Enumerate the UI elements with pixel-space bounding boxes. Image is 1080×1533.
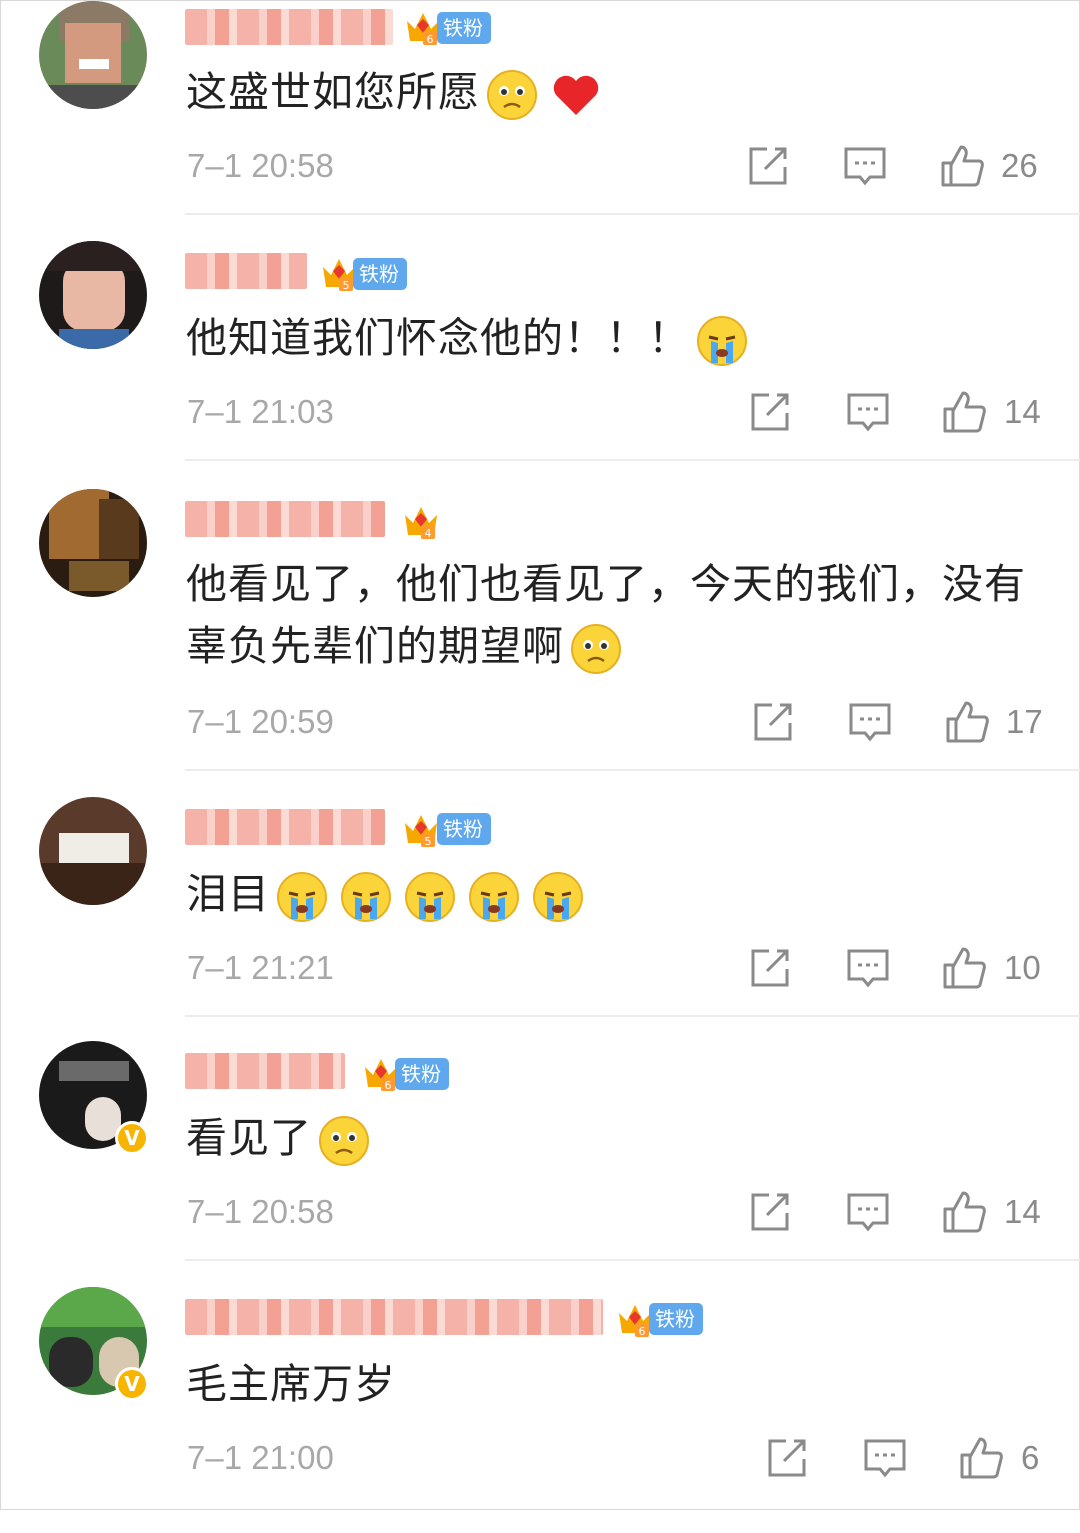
comment-text: 看见了 bbox=[186, 1107, 1036, 1169]
divider bbox=[185, 1259, 1080, 1261]
fan-badge: 铁粉 bbox=[437, 813, 491, 845]
comment-time: 7–1 20:58 bbox=[187, 147, 334, 184]
sad-emoji-icon bbox=[487, 70, 537, 120]
share-icon[interactable] bbox=[747, 945, 793, 991]
username-blurred[interactable] bbox=[185, 1299, 603, 1335]
svg-text:6: 6 bbox=[385, 1079, 392, 1092]
reply-icon[interactable] bbox=[862, 1435, 908, 1481]
comment-item: 6 铁粉 这盛世如您所愿 7–1 20:58 26 bbox=[1, 1, 1080, 247]
share-icon[interactable] bbox=[764, 1435, 810, 1481]
comment-time: 7–1 20:58 bbox=[187, 1193, 334, 1230]
like-thumb-icon[interactable] bbox=[944, 699, 990, 745]
fan-badge: 铁粉 bbox=[437, 12, 491, 44]
fan-badge: 铁粉 bbox=[395, 1058, 449, 1090]
sad-emoji-icon bbox=[319, 1116, 369, 1166]
svg-text:5: 5 bbox=[425, 835, 432, 848]
comment-time: 7–1 21:00 bbox=[187, 1439, 334, 1476]
comment-text-content: 这盛世如您所愿 bbox=[186, 68, 480, 116]
comment-item: 5 铁粉 他知道我们怀念他的！！！ 7–1 21:03 14 bbox=[1, 241, 1080, 487]
like-count: 6 bbox=[1021, 1439, 1040, 1476]
share-icon[interactable] bbox=[750, 699, 796, 745]
avatar[interactable] bbox=[39, 797, 147, 905]
like-count: 10 bbox=[1004, 949, 1041, 986]
heart-emoji-icon bbox=[553, 75, 599, 115]
comment-text-content: 毛主席万岁 bbox=[186, 1360, 396, 1408]
comment-text-content: 他知道我们怀念他的！！！ bbox=[186, 314, 690, 362]
comment-list: 6 铁粉 这盛世如您所愿 7–1 20:58 26 5 铁粉 他知道我们怀念他的… bbox=[1, 1, 1080, 1511]
reply-icon[interactable] bbox=[842, 143, 888, 189]
divider bbox=[185, 769, 1080, 771]
like-thumb-icon[interactable] bbox=[941, 945, 987, 991]
divider bbox=[185, 1015, 1080, 1017]
comment-text: 泪目 bbox=[186, 863, 1036, 925]
crying-emoji-icon bbox=[697, 316, 747, 366]
comment-item: 5 铁粉 泪目 7–1 21:21 10 bbox=[1, 797, 1080, 1043]
sad-emoji-icon bbox=[571, 624, 621, 674]
avatar[interactable] bbox=[39, 1, 147, 109]
crying-emoji-icon bbox=[277, 872, 327, 922]
crying-emoji-icon bbox=[469, 872, 519, 922]
like-count: 17 bbox=[1006, 703, 1043, 740]
username-blurred[interactable] bbox=[185, 809, 385, 845]
like-count: 14 bbox=[1004, 393, 1041, 430]
svg-text:6: 6 bbox=[427, 33, 434, 46]
verified-badge: V bbox=[115, 1121, 149, 1155]
comment-item: V 6 铁粉 看见了 7–1 20:58 14 bbox=[1, 1041, 1080, 1287]
like-count: 14 bbox=[1004, 1193, 1041, 1230]
fan-badge: 铁粉 bbox=[353, 258, 407, 290]
avatar[interactable] bbox=[39, 489, 147, 597]
like-thumb-icon[interactable] bbox=[941, 1189, 987, 1235]
svg-text:4: 4 bbox=[425, 527, 432, 540]
comment-item: V 6 铁粉 毛主席万岁 7–1 21:00 6 bbox=[1, 1287, 1080, 1533]
like-thumb-icon[interactable] bbox=[941, 389, 987, 435]
comment-time: 7–1 21:21 bbox=[187, 949, 334, 986]
comment-time: 7–1 20:59 bbox=[187, 703, 334, 740]
share-icon[interactable] bbox=[747, 1189, 793, 1235]
reply-icon[interactable] bbox=[845, 389, 891, 435]
verified-badge: V bbox=[115, 1367, 149, 1401]
avatar[interactable] bbox=[39, 241, 147, 349]
comment-time: 7–1 21:03 bbox=[187, 393, 334, 430]
comment-text: 他知道我们怀念他的！！！ bbox=[186, 307, 1036, 369]
svg-text:6: 6 bbox=[639, 1325, 646, 1338]
crown-level-icon: 4 bbox=[405, 507, 437, 540]
username-blurred[interactable] bbox=[185, 501, 385, 537]
share-icon[interactable] bbox=[745, 143, 791, 189]
crying-emoji-icon bbox=[405, 872, 455, 922]
username-blurred[interactable] bbox=[185, 9, 393, 45]
username-blurred[interactable] bbox=[185, 1053, 345, 1089]
comment-item: 4 他看见了，他们也看见了，今天的我们，没有辜负先辈们的期望啊 7–1 20:5… bbox=[1, 489, 1080, 771]
like-thumb-icon[interactable] bbox=[939, 143, 985, 189]
username-blurred[interactable] bbox=[185, 253, 307, 289]
comment-text-content: 泪目 bbox=[186, 870, 270, 918]
divider bbox=[185, 459, 1080, 461]
comment-text: 毛主席万岁 bbox=[186, 1353, 1036, 1415]
fan-badge: 铁粉 bbox=[649, 1303, 703, 1335]
like-count: 26 bbox=[1001, 147, 1038, 184]
crown-level-icon: 5 bbox=[405, 815, 437, 848]
share-icon[interactable] bbox=[747, 389, 793, 435]
reply-icon[interactable] bbox=[845, 945, 891, 991]
comment-text-content: 看见了 bbox=[186, 1114, 312, 1162]
crying-emoji-icon bbox=[341, 872, 391, 922]
svg-text:5: 5 bbox=[343, 279, 350, 292]
reply-icon[interactable] bbox=[847, 699, 893, 745]
divider bbox=[185, 213, 1080, 215]
reply-icon[interactable] bbox=[845, 1189, 891, 1235]
crying-emoji-icon bbox=[533, 872, 583, 922]
comment-text: 他看见了，他们也看见了，今天的我们，没有辜负先辈们的期望啊 bbox=[186, 553, 1036, 677]
like-thumb-icon[interactable] bbox=[958, 1435, 1004, 1481]
comment-text: 这盛世如您所愿 bbox=[186, 61, 1036, 123]
